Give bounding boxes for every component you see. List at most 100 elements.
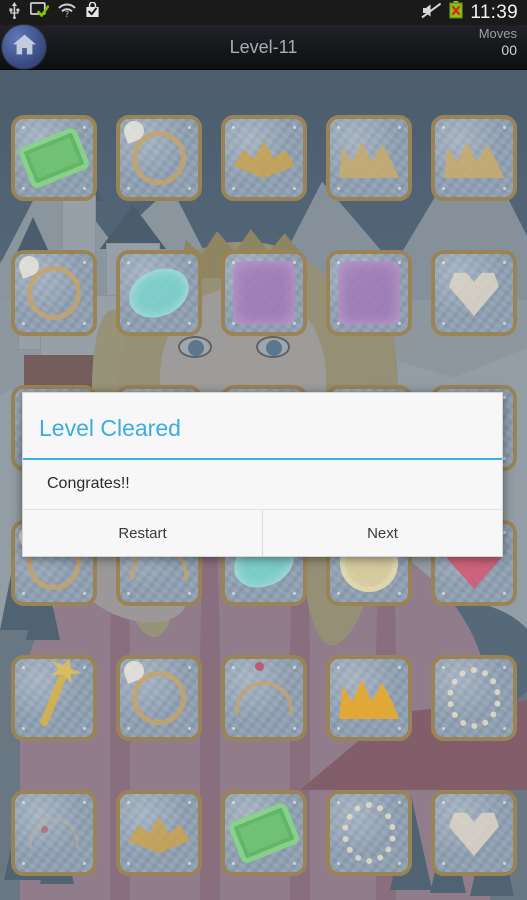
tile-face [330,794,408,872]
heartpale-icon [443,262,505,324]
tile-face [330,659,408,737]
pearls-shape [342,802,396,864]
pearls-icon [338,802,400,864]
butterfly-icon [128,802,190,864]
memory-tile[interactable] [326,115,412,201]
screen-cast-icon [29,2,50,23]
memory-tile[interactable] [116,655,202,741]
usb-icon [8,1,21,24]
memory-tile[interactable] [326,655,412,741]
heartpale-shape [449,812,499,856]
dialog-message: Congrates!! [23,460,502,510]
crown-icon [443,127,505,189]
purplegem-icon [338,261,400,325]
system-status-bar: ? 11:39 [0,0,527,25]
memory-tile[interactable] [11,115,97,201]
tile-face [15,659,93,737]
tile-face [330,119,408,197]
memory-tile[interactable] [221,790,307,876]
status-right-icons: 11:39 [421,1,527,24]
memory-tile[interactable] [11,250,97,336]
status-left-icons: ? [0,1,100,24]
memory-tile[interactable] [221,115,307,201]
memory-tile[interactable] [221,250,307,336]
tile-face [330,254,408,332]
next-button[interactable]: Next [262,510,502,556]
butterfly-icon [233,127,295,189]
moves-value: 00 [501,41,517,58]
heartpale-shape [449,272,499,316]
tealgem-icon [121,259,197,327]
memory-tile[interactable] [431,655,517,741]
tile-face [225,794,303,872]
tile-face [225,254,303,332]
greengem-shape [227,800,301,866]
ring-icon [128,127,190,189]
tile-face [435,659,513,737]
dialog-button-row: Restart Next [23,510,502,556]
heartpale-icon [443,802,505,864]
ring-shape [132,131,186,185]
tile-face [15,119,93,197]
status-clock: 11:39 [470,1,518,23]
wand-shape [39,668,69,728]
purplegem-icon [233,261,295,325]
tile-face [225,119,303,197]
greengem-icon [227,800,301,866]
crown-shape [444,141,504,178]
pearls-icon [443,667,505,729]
dialog-title: Level Cleared [39,415,181,441]
memory-tile[interactable] [116,790,202,876]
tile-face [120,119,198,197]
tile-face [15,254,93,332]
tealgem-shape [121,259,197,327]
battery-error-icon [449,1,464,24]
ring-shape [132,671,186,725]
memory-tile[interactable] [431,790,517,876]
faint-shape [29,818,79,848]
tile-face [120,659,198,737]
page-title: Level-11 [229,37,298,57]
restart-button[interactable]: Restart [23,510,262,556]
memory-tile[interactable] [116,115,202,201]
memory-tile[interactable] [326,250,412,336]
crown-icon [338,127,400,189]
purplegem-shape [233,261,295,325]
crowngold-shape [339,679,399,719]
memory-tile[interactable] [326,790,412,876]
tile-face [435,119,513,197]
ring-icon [23,262,85,324]
butterfly-shape [233,141,295,178]
greengem-icon [17,125,91,191]
ring-shape [27,266,81,320]
tiara-icon [233,667,295,729]
svg-text:?: ? [65,10,69,18]
tile-face [120,794,198,872]
game-action-bar: Level-11 Moves 00 [0,25,527,70]
tile-face [120,254,198,332]
tiara-shape [235,681,293,715]
level-cleared-dialog: Level Cleared Congrates!! Restart Next [22,392,503,557]
purplegem-shape [338,261,400,325]
memory-tile[interactable] [11,790,97,876]
moves-label: Moves [478,26,517,41]
moves-counter: Moves 00 [478,26,517,58]
game-screen: ? 11:39 Level-11 Moves 00 Level Cleared … [0,0,527,900]
mute-icon [421,2,442,24]
crown-shape [339,141,399,178]
memory-tile[interactable] [221,655,307,741]
memory-tile[interactable] [431,115,517,201]
memory-tile[interactable] [431,250,517,336]
butterfly-shape [128,816,190,853]
pearls-shape [447,667,501,729]
tile-face [435,794,513,872]
crowngold-icon [338,667,400,729]
memory-tile[interactable] [116,250,202,336]
ring-icon [128,667,190,729]
tile-face [15,794,93,872]
wand-icon [23,667,85,729]
app-install-icon [85,1,100,23]
memory-tile[interactable] [11,655,97,741]
wifi-unknown-icon: ? [58,3,76,23]
tile-face [435,254,513,332]
